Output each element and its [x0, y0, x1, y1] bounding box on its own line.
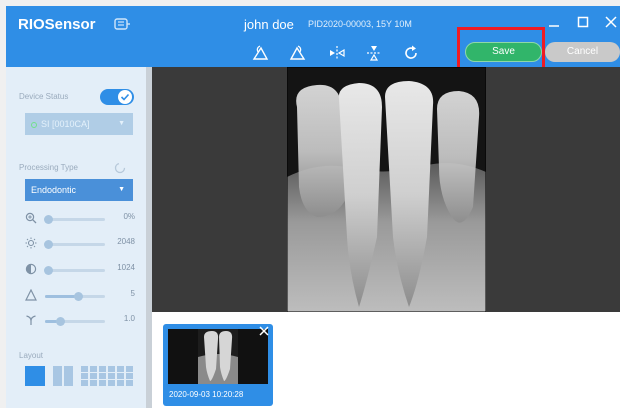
gamma-value: 1.0 [123, 314, 135, 323]
chevron-down-icon: ▼ [118, 120, 125, 127]
rotate-left-icon[interactable] [252, 44, 270, 62]
app-window: RIOSensor john doe PID2020-00003, 15Y 10… [0, 0, 620, 408]
device-select-value: SI [0010CA] [41, 119, 90, 129]
sensor-icon [114, 18, 130, 30]
gamma-icon [26, 315, 36, 325]
flip-horizontal-icon[interactable] [328, 44, 346, 62]
image-viewer[interactable] [152, 67, 620, 312]
patient-name: john doe [244, 17, 294, 32]
check-icon [120, 93, 130, 101]
device-status-label: Device Status [19, 92, 69, 101]
refresh-icon[interactable] [402, 44, 420, 62]
sharpness-slider[interactable]: 5 [25, 289, 135, 303]
app-brand: RIOSensor [18, 16, 96, 33]
image-thumbnail[interactable]: 2020-09-03 10:20:28 [163, 324, 273, 406]
brightness-value: 2048 [117, 237, 135, 246]
zoom-thumb[interactable] [44, 215, 53, 224]
thumbnail-timestamp: 2020-09-03 10:20:28 [169, 390, 244, 399]
minimize-icon[interactable] [546, 14, 562, 30]
patient-info: PID2020-00003, 15Y 10M [308, 19, 412, 29]
contrast-track [44, 266, 105, 275]
layout-single-option[interactable] [25, 366, 45, 386]
layout-options [25, 366, 135, 386]
chevron-down-icon: ▼ [118, 186, 125, 193]
contrast-icon [25, 263, 37, 275]
sharpness-icon [25, 289, 37, 301]
loading-spinner-icon [114, 162, 126, 174]
device-status-toggle[interactable] [100, 89, 134, 105]
gamma-track [45, 317, 105, 326]
zoom-icon [25, 212, 37, 224]
sharpness-track [45, 292, 105, 301]
processing-type-value: Endodontic [31, 185, 77, 195]
zoom-value: 0% [123, 212, 135, 221]
brightness-slider[interactable]: 2048 [25, 237, 135, 251]
brightness-icon [25, 237, 37, 249]
brightness-track [44, 240, 105, 249]
toggle-knob [118, 90, 132, 104]
device-select[interactable]: SI [0010CA] ▼ [25, 113, 133, 135]
close-icon[interactable] [259, 326, 269, 336]
close-icon[interactable] [603, 14, 619, 30]
processing-type-select[interactable]: Endodontic ▼ [25, 179, 133, 201]
sharpness-value: 5 [130, 289, 135, 298]
contrast-slider[interactable]: 1024 [25, 263, 135, 277]
brightness-thumb[interactable] [44, 240, 53, 249]
thumbnail-image [168, 329, 268, 384]
cancel-button[interactable]: Cancel [545, 42, 620, 62]
layout-grid-option[interactable] [81, 366, 133, 386]
contrast-thumb[interactable] [44, 266, 53, 275]
contrast-value: 1024 [117, 263, 135, 272]
zoom-track [44, 215, 105, 224]
dental-xray-image [287, 67, 486, 312]
processing-type-label: Processing Type [19, 163, 78, 172]
sharpness-thumb[interactable] [74, 292, 83, 301]
connection-dot-icon [31, 121, 37, 128]
rotate-right-icon[interactable] [288, 44, 306, 62]
flip-vertical-icon[interactable] [365, 44, 383, 62]
layout-double-option[interactable] [53, 366, 73, 386]
maximize-icon[interactable] [575, 14, 591, 30]
thumbnail-strip: 2020-09-03 10:20:28 [152, 312, 620, 408]
gamma-slider[interactable]: 1.0 [25, 314, 135, 328]
sharpness-fill [45, 295, 75, 298]
zoom-slider[interactable]: 0% [25, 212, 135, 226]
gamma-thumb[interactable] [56, 317, 65, 326]
layout-label: Layout [19, 351, 44, 360]
